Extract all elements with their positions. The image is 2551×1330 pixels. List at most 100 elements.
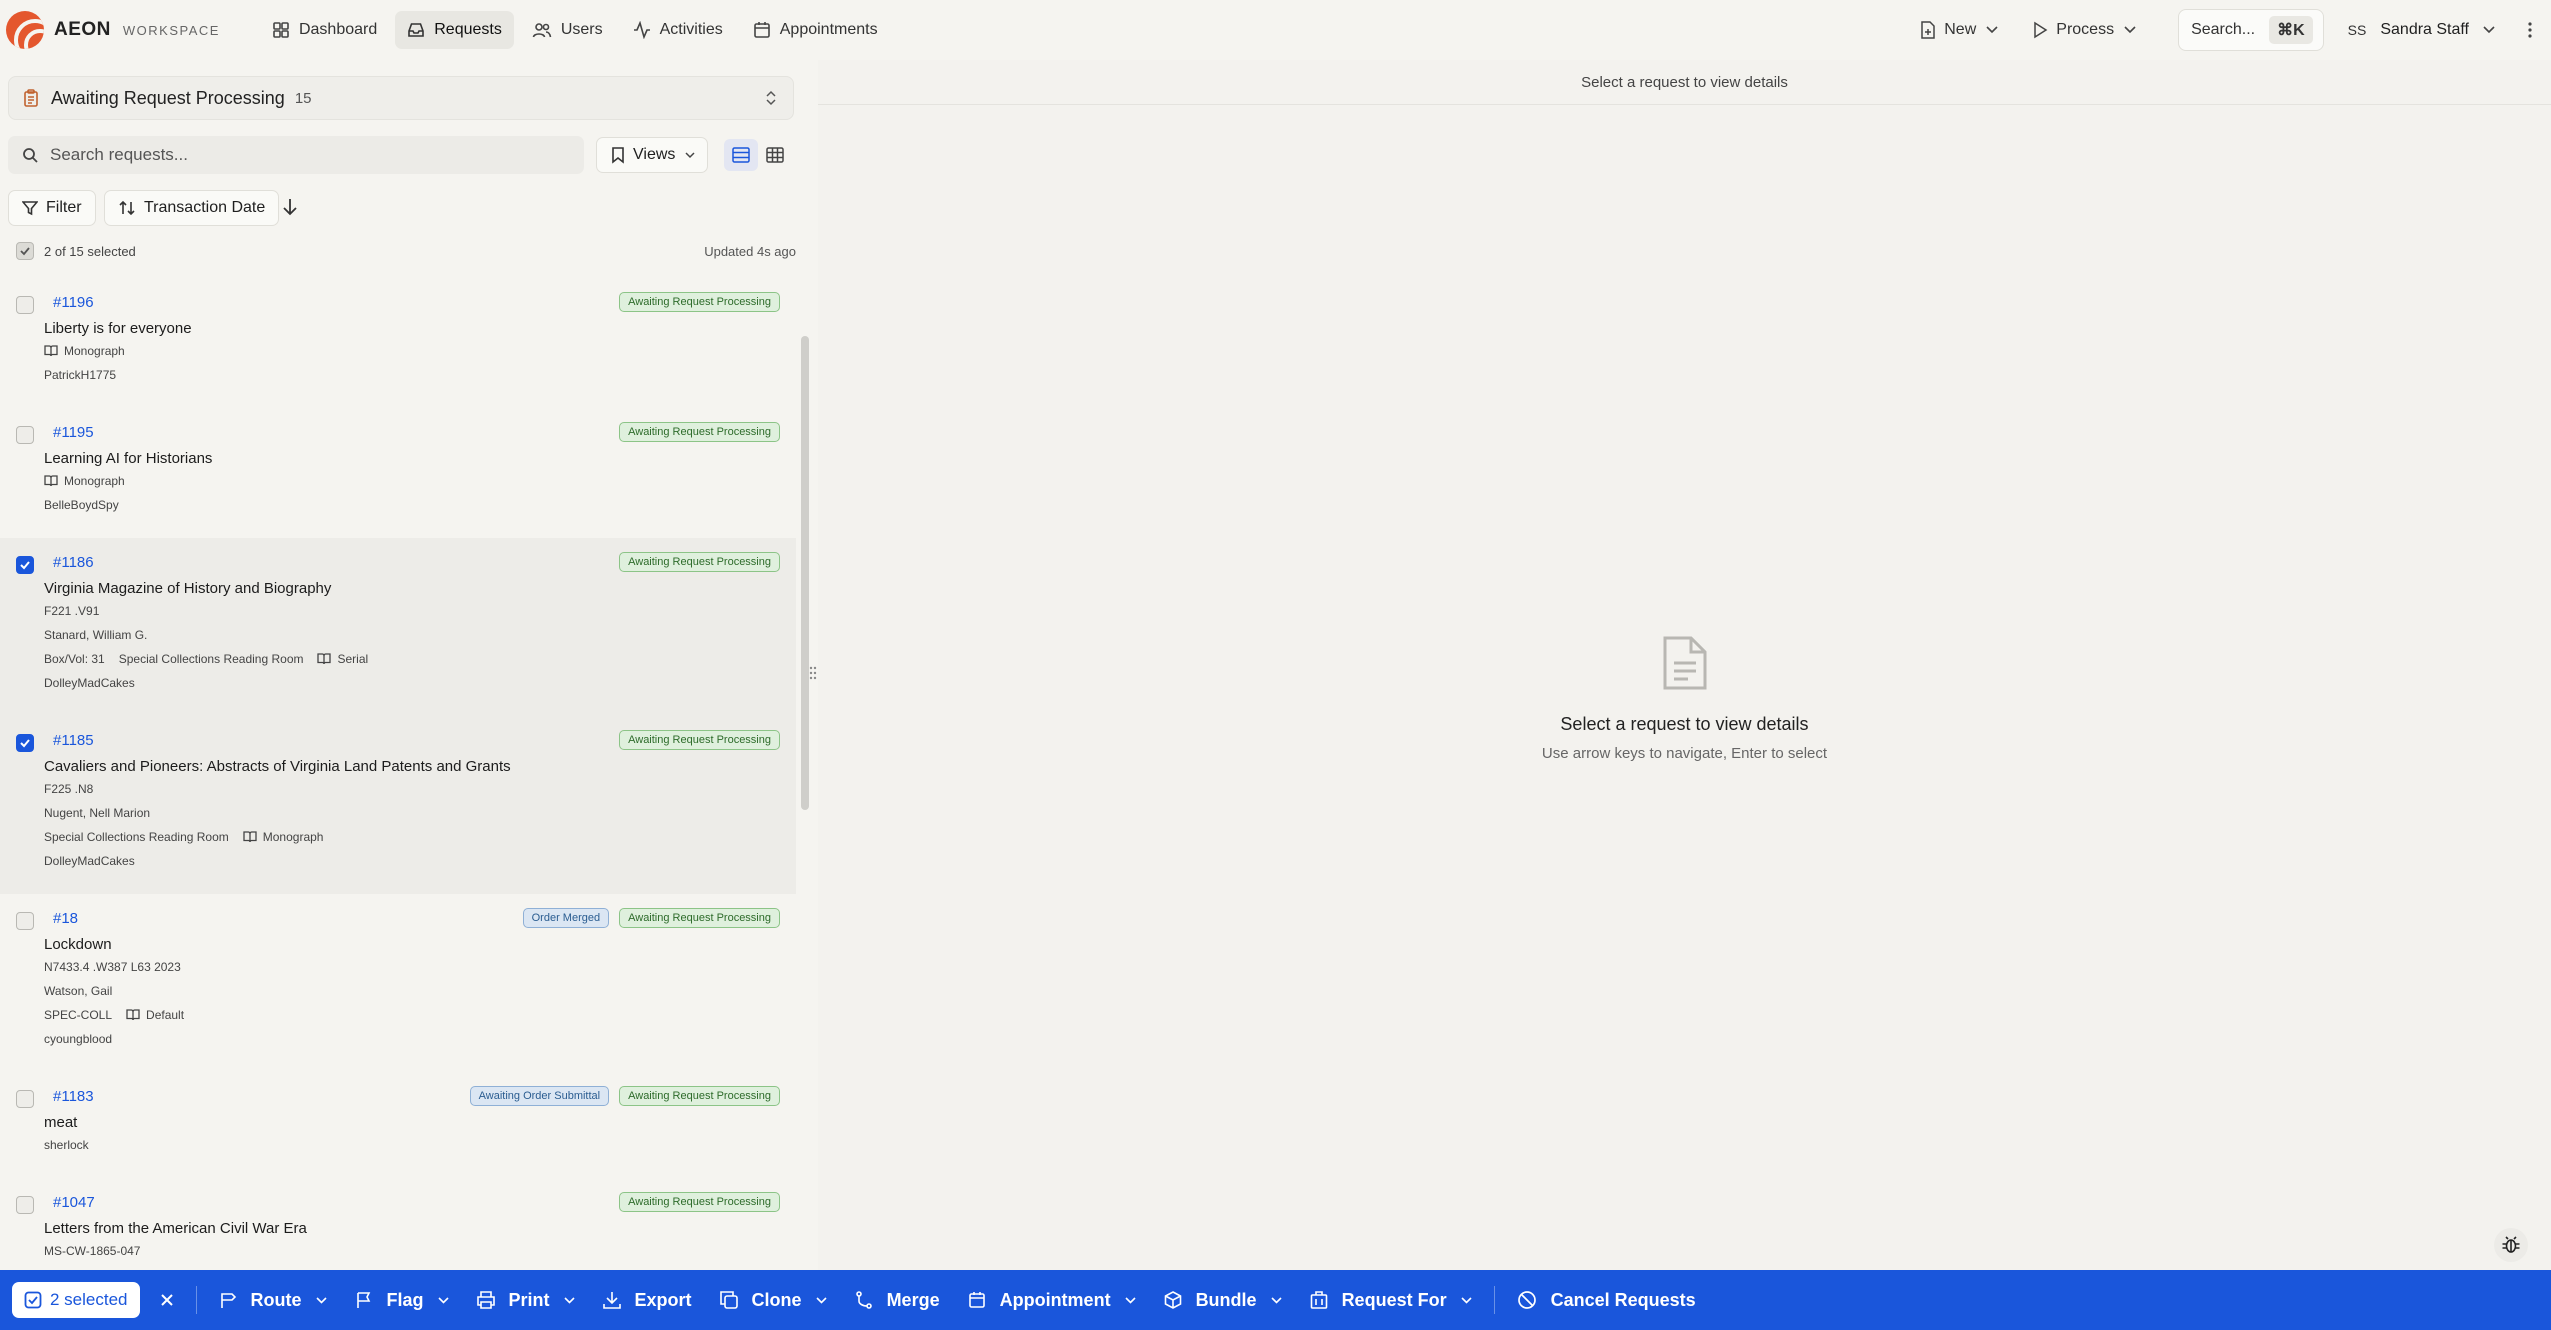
request-for-label: Request For [1341,1289,1447,1310]
nav-activities[interactable]: Activities [621,11,735,49]
list-item[interactable]: #18 Order Merged Awaiting Request Proces… [0,894,796,1072]
search-input[interactable] [50,145,550,165]
book-icon [44,475,58,487]
row-checkbox[interactable] [16,296,34,314]
request-user: BelleBoydSpy [44,498,119,512]
status-badge: Awaiting Request Processing [619,1192,780,1212]
chevron-down-icon [437,1296,449,1304]
row-checkbox[interactable] [16,556,34,574]
inbox-icon [408,23,425,37]
file-plus-icon [1921,21,1935,39]
debug-button[interactable] [2494,1228,2528,1262]
chevron-down-icon [1986,26,1998,34]
user-menu[interactable]: SS Sandra Staff [2348,21,2495,39]
new-button[interactable]: New [1908,11,2010,49]
selected-count-pill[interactable]: 2 selected [12,1282,140,1318]
status-badge: Order Merged [522,908,610,928]
clone-button[interactable]: Clone [706,1280,841,1320]
merge-button[interactable]: Merge [841,1280,954,1320]
nav-dashboard-label: Dashboard [298,21,378,38]
top-right-actions: New Process Search... ⌘K SS Sandra Staff [1908,0,2551,60]
request-details: Box/Vol: 31 Special Collections Reading … [44,647,796,671]
bundle-button[interactable]: Bundle [1150,1280,1296,1320]
status-badge: Awaiting Order Submittal [469,1086,610,1106]
app-subtitle: WORKSPACE [122,22,220,38]
request-detail-panel: Select a request to view details Select … [818,60,2551,1270]
cancel-requests-button[interactable]: Cancel Requests [1503,1280,1710,1320]
request-type-label: Serial [337,652,369,666]
arrow-down-icon[interactable] [282,197,298,217]
avatar: SS [2347,22,2367,38]
list-scrollbar[interactable] [800,278,810,1270]
process-button[interactable]: Process [2020,11,2148,49]
request-user: PatrickH1775 [44,368,117,382]
row-checkbox[interactable] [16,1090,34,1108]
global-search-button[interactable]: Search... ⌘K [2178,9,2324,51]
nav-requests-label: Requests [434,21,502,38]
empty-state: Select a request to view details Use arr… [818,635,2551,762]
sort-icon [119,200,135,216]
flag-button[interactable]: Flag [341,1280,463,1320]
more-options-button[interactable] [2515,22,2545,38]
nav-appointments-label: Appointments [779,21,878,38]
nav-requests[interactable]: Requests [395,11,514,49]
nav-dashboard[interactable]: Dashboard [260,11,389,49]
row-checkbox[interactable] [16,426,34,444]
check-icon [20,561,30,570]
print-button[interactable]: Print [463,1280,589,1320]
list-item[interactable]: #1195 Awaiting Request Processing Learni… [0,408,796,538]
list-item[interactable]: #1186 Awaiting Request Processing Virgin… [0,538,796,716]
empty-state-title: Select a request to view details [1560,714,1809,734]
request-title: meat [44,1114,78,1131]
clear-selection-button[interactable] [160,1293,174,1307]
request-type: Monograph [44,469,796,493]
book-icon [126,1009,140,1021]
appointment-button[interactable]: Appointment [954,1280,1150,1320]
row-checkbox[interactable] [16,1196,34,1214]
nav-users[interactable]: Users [520,11,615,49]
view-mode-toggle [724,139,792,171]
export-button[interactable]: Export [589,1280,706,1320]
filter-button[interactable]: Filter [8,190,96,226]
row-checkbox[interactable] [16,734,34,752]
empty-state-subtitle: Use arrow keys to navigate, Enter to sel… [1541,745,1828,762]
scrollbar-thumb[interactable] [801,336,809,810]
list-item[interactable]: #1047 Awaiting Request Processing Letter… [0,1178,796,1270]
check-icon [20,247,30,256]
sort-field-button[interactable]: Transaction Date [104,190,280,226]
list-view-button[interactable] [724,139,758,171]
select-all-checkbox[interactable] [16,242,34,260]
row-checkbox[interactable] [16,912,34,930]
merge-label: Merge [886,1289,940,1310]
chevron-down-icon [1270,1296,1282,1304]
nav-appointments[interactable]: Appointments [741,11,890,49]
list-item[interactable]: #1185 Awaiting Request Processing Cavali… [0,716,796,894]
queue-selector[interactable]: Awaiting Request Processing 15 [8,76,794,120]
queue-title: Awaiting Request Processing [51,87,285,108]
request-type: Monograph [44,339,796,363]
request-title: Virginia Magazine of History and Biograp… [44,580,332,597]
app-logo[interactable]: AEON WORKSPACE [6,11,220,49]
flag-icon [356,1292,370,1308]
call-number: N7433.4 .W387 L63 2023 [44,960,181,974]
list-view-icon [732,147,750,163]
checkbox-checked-icon [24,1291,42,1309]
clone-label: Clone [751,1289,802,1310]
request-details: Special Collections Reading Room Monogra… [44,825,796,849]
request-for-button[interactable]: Request For [1296,1280,1486,1320]
appointment-label: Appointment [999,1289,1111,1310]
request-user: DolleyMadCakes [44,854,135,868]
users-icon [532,23,552,38]
bulk-action-bar: 2 selected Route Flag Print Export Clone… [0,1270,2551,1330]
route-button[interactable]: Route [205,1280,341,1320]
search-icon [23,148,38,163]
list-item[interactable]: #1196 Awaiting Request Processing Libert… [0,278,796,408]
aeon-logo-icon [6,11,44,49]
grid-view-button[interactable] [758,139,792,171]
views-dropdown[interactable]: Views [596,137,708,173]
status-badge: Awaiting Request Processing [619,422,780,442]
bundle-label: Bundle [1195,1289,1257,1310]
list-item[interactable]: #1183 Awaiting Order Submittal Awaiting … [0,1072,796,1178]
table-view-icon [766,147,784,163]
location: SPEC-COLL [44,1008,113,1022]
